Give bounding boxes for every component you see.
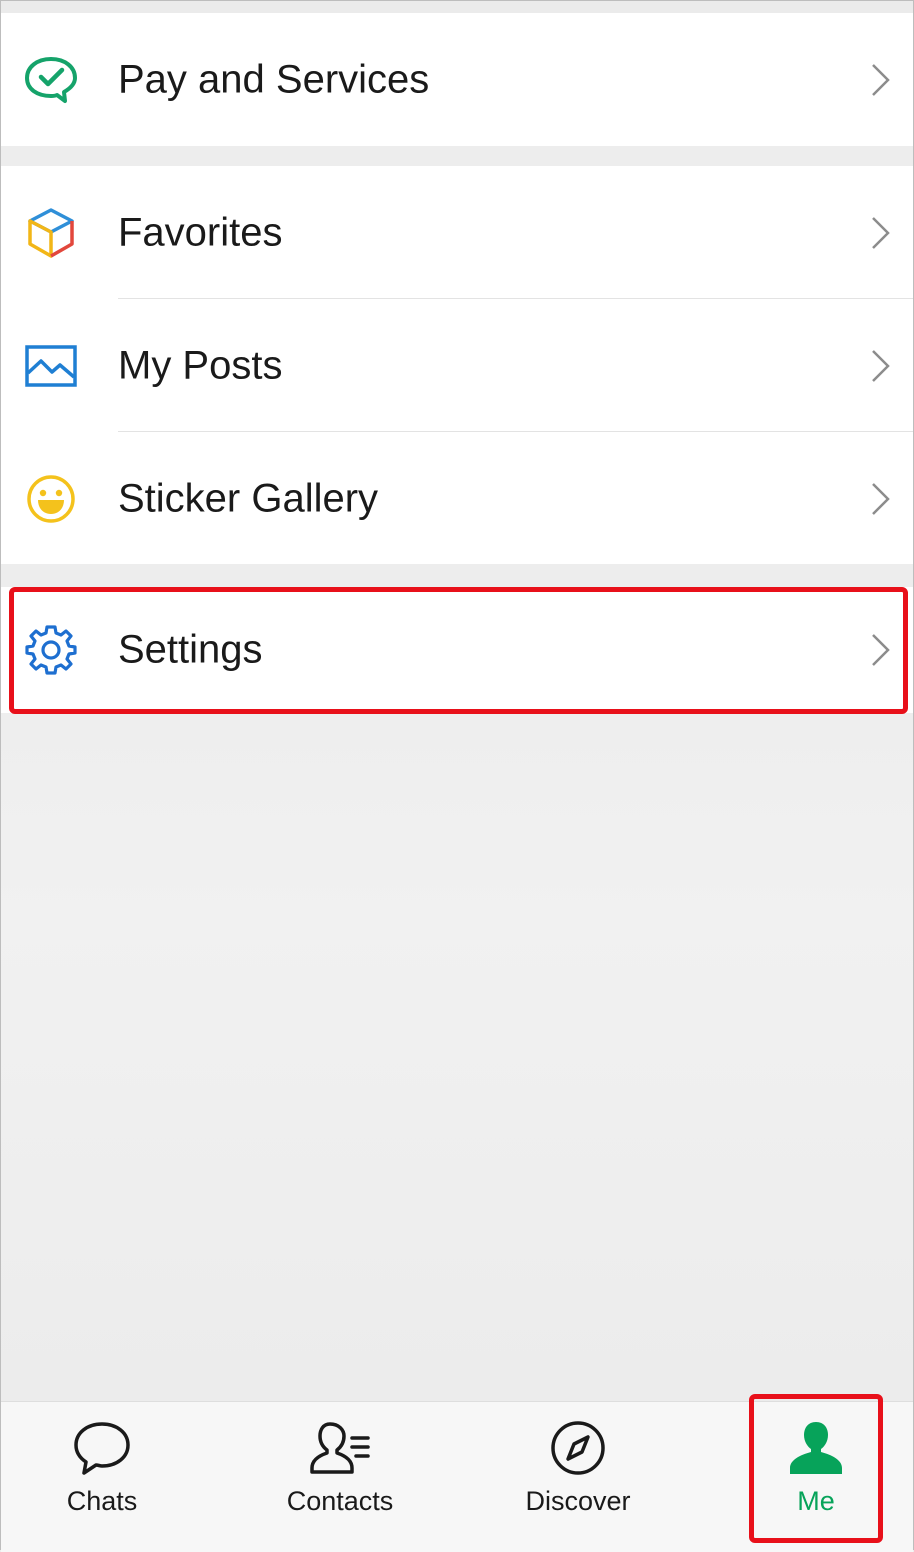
- top-strip: [1, 1, 913, 13]
- favorites-label: Favorites: [118, 210, 283, 254]
- sticker-gallery-row[interactable]: Sticker Gallery: [1, 432, 913, 565]
- settings-label: Settings: [118, 627, 263, 672]
- my-posts-row[interactable]: My Posts: [1, 299, 913, 432]
- chevron-right-icon: [872, 216, 890, 249]
- pay-and-services-label: Pay and Services: [118, 57, 430, 101]
- cube-icon: [23, 205, 79, 261]
- chevron-right-icon: [872, 63, 890, 96]
- tab-me[interactable]: Me: [702, 1402, 914, 1552]
- picture-icon: [23, 338, 79, 394]
- gear-icon: [23, 622, 79, 678]
- favorites-row[interactable]: Favorites: [1, 166, 913, 299]
- tab-me-label: Me: [797, 1486, 835, 1516]
- compass-icon: [551, 1421, 605, 1475]
- settings-row[interactable]: Settings: [1, 587, 913, 713]
- tab-contacts-label: Contacts: [286, 1486, 394, 1516]
- tab-discover-label: Discover: [525, 1486, 631, 1516]
- person-icon: [790, 1422, 842, 1474]
- chevron-right-icon: [872, 482, 890, 515]
- smiley-icon: [23, 471, 79, 527]
- settings-group: Settings: [1, 587, 913, 713]
- pay-group: Pay and Services: [1, 13, 913, 146]
- sticker-gallery-label: Sticker Gallery: [118, 476, 379, 520]
- my-posts-label: My Posts: [118, 343, 283, 387]
- pay-and-services-row[interactable]: Pay and Services: [1, 13, 913, 146]
- tab-discover[interactable]: Discover: [464, 1402, 692, 1552]
- empty-area: [1, 713, 913, 1401]
- contacts-icon: [310, 1422, 370, 1474]
- tab-chats[interactable]: Chats: [0, 1402, 216, 1552]
- bottom-tab-bar: Chats Contacts Discover Me: [1, 1401, 913, 1552]
- chat-bubble-icon: [74, 1422, 130, 1475]
- tab-contacts[interactable]: Contacts: [226, 1402, 454, 1552]
- content-group: Favorites My Posts Sticker Gallery: [1, 166, 913, 564]
- chevron-right-icon: [872, 349, 890, 382]
- chevron-right-icon: [872, 634, 890, 666]
- pay-check-bubble-icon: [23, 52, 79, 108]
- tab-chats-label: Chats: [66, 1486, 138, 1516]
